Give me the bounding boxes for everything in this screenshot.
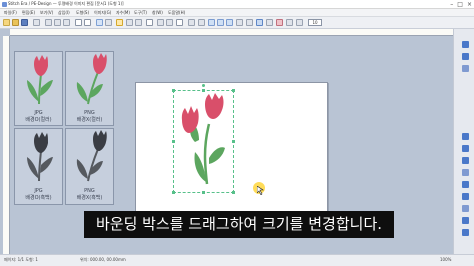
- image-tool-icon[interactable]: [157, 19, 164, 26]
- menu-window[interactable]: 창(W): [152, 10, 163, 16]
- zoom-out-icon[interactable]: [217, 19, 224, 26]
- resize-handle-top[interactable]: [202, 89, 205, 92]
- horizontal-ruler: [10, 29, 453, 36]
- layers-icon[interactable]: [266, 19, 273, 26]
- minimize-button[interactable]: –: [450, 0, 453, 9]
- thumbnail-png-color[interactable]: PNG 배경X(컬러): [65, 51, 114, 126]
- status-bar: 페이지: 1/1 도형: 1 위치: 000.00, 00.00mm 100%: [0, 254, 474, 266]
- select-tool-icon[interactable]: [116, 19, 123, 26]
- app-icon: [2, 2, 7, 7]
- close-button[interactable]: ×: [467, 0, 472, 9]
- tulip-image-icon: [76, 53, 107, 105]
- resize-handle-right[interactable]: [232, 140, 235, 143]
- menu-embroidery[interactable]: 자수(M): [116, 10, 130, 16]
- line-panel-icon[interactable]: [462, 157, 469, 164]
- rotate-handle[interactable]: [202, 84, 205, 87]
- new-file-icon[interactable]: [3, 19, 10, 26]
- vertical-ruler: [3, 36, 10, 254]
- properties-icon[interactable]: [462, 41, 469, 48]
- zoom-in-icon[interactable]: [208, 19, 215, 26]
- menu-edit[interactable]: 편집(E): [22, 10, 35, 16]
- mouse-pointer-icon: [257, 186, 264, 195]
- menu-shape[interactable]: 도형(S): [76, 10, 89, 16]
- fill-panel-icon[interactable]: [462, 145, 469, 152]
- resize-handle-bottom-right[interactable]: [232, 191, 235, 194]
- resize-handle-bottom-left[interactable]: [172, 191, 175, 194]
- menu-image[interactable]: 이미지(G): [94, 10, 111, 16]
- thumbnail-format: PNG: [84, 110, 95, 116]
- copy-icon[interactable]: [54, 19, 61, 26]
- view-icon[interactable]: [256, 19, 263, 26]
- stitch-panel-icon[interactable]: [462, 133, 469, 140]
- thumbnail-png-mono[interactable]: PNG 배경X(흑백): [65, 128, 114, 205]
- tulip-mono-icon: [27, 132, 53, 182]
- menu-help[interactable]: 도움말(H): [168, 10, 185, 16]
- resize-handle-left[interactable]: [172, 140, 175, 143]
- cut-icon[interactable]: [45, 19, 52, 26]
- thumbnail-background: 배경O(흑백): [25, 195, 52, 201]
- thumbnail-background: 배경O(컬러): [25, 117, 52, 123]
- text-panel-icon[interactable]: [462, 169, 469, 176]
- paste-icon[interactable]: [63, 19, 70, 26]
- menu-tools[interactable]: 도구(T): [134, 10, 147, 16]
- layer-panel-icon[interactable]: [462, 53, 469, 60]
- thumbnail-format: JPG: [34, 110, 43, 116]
- status-position: 위치: 000.00, 00.00mm: [80, 257, 126, 262]
- right-tool-panel: [453, 29, 474, 254]
- window-titlebar: Stitch Era / PE-Design — 투명배경 이미지 편집 [문서…: [0, 0, 474, 9]
- tulip-image-icon: [27, 55, 53, 105]
- resize-handle-top-right[interactable]: [232, 89, 235, 92]
- open-folder-icon[interactable]: [12, 19, 19, 26]
- menu-bar: 파일(F) 편집(E) 보기(V) 삽입(I) 도형(S) 이미지(G) 자수(…: [0, 9, 474, 17]
- help-icon[interactable]: [296, 19, 303, 26]
- menu-insert[interactable]: 삽입(I): [58, 10, 70, 16]
- save-icon[interactable]: [21, 19, 28, 26]
- line-tool-icon[interactable]: [126, 19, 133, 26]
- print-icon[interactable]: [33, 19, 40, 26]
- redo-icon[interactable]: [84, 19, 91, 26]
- status-page: 페이지: 1/1 도형: 1: [4, 257, 38, 262]
- transform-panel-icon[interactable]: [462, 205, 469, 212]
- font-icon[interactable]: [176, 19, 183, 26]
- thumbnail-jpg-mono[interactable]: JPG 배경O(흑백): [14, 128, 63, 205]
- pointer-icon[interactable]: [96, 19, 103, 26]
- zoom-fit-icon[interactable]: [226, 19, 233, 26]
- image-panel-icon[interactable]: [462, 181, 469, 188]
- resize-handle-bottom[interactable]: [202, 191, 205, 194]
- export-panel-icon[interactable]: [462, 229, 469, 236]
- shape-tool-icon[interactable]: [135, 19, 142, 26]
- grid-icon[interactable]: [236, 19, 243, 26]
- menu-file[interactable]: 파일(F): [4, 10, 17, 16]
- window-title: Stitch Era / PE-Design — 투명배경 이미지 편집 [문서…: [8, 1, 124, 6]
- rectangle-tool-icon[interactable]: [105, 19, 112, 26]
- stop-icon[interactable]: [276, 19, 283, 26]
- status-zoom: 100%: [440, 257, 452, 262]
- fill-tool-icon[interactable]: [166, 19, 173, 26]
- transform-icon[interactable]: [188, 19, 195, 26]
- thumbnail-format: JPG: [34, 188, 43, 194]
- undo-icon[interactable]: [75, 19, 82, 26]
- window-controls: – □ ×: [450, 0, 472, 9]
- menu-view[interactable]: 보기(V): [40, 10, 53, 16]
- align-panel-icon[interactable]: [462, 193, 469, 200]
- thumbnail-format: PNG: [84, 188, 95, 194]
- bounding-box[interactable]: [173, 90, 234, 193]
- font-size-field[interactable]: 10: [308, 19, 322, 26]
- effects-panel-icon[interactable]: [462, 217, 469, 224]
- resize-handle-top-left[interactable]: [172, 89, 175, 92]
- settings-icon[interactable]: [286, 19, 293, 26]
- tulip-mono-icon: [76, 130, 107, 182]
- align-icon[interactable]: [246, 19, 253, 26]
- thumbnail-jpg-color[interactable]: JPG 배경O(컬러): [14, 51, 63, 126]
- rotate-icon[interactable]: [198, 19, 205, 26]
- maximize-button[interactable]: □: [457, 0, 463, 9]
- main-toolbar: 10: [0, 17, 474, 29]
- subtitle-caption: 바운딩 박스를 드래그하여 크기를 변경합니다.: [84, 211, 394, 238]
- thumbnail-background: 배경X(흑백): [76, 195, 103, 201]
- color-panel-icon[interactable]: [462, 65, 469, 72]
- thumbnail-background: 배경X(컬러): [76, 117, 103, 123]
- text-tool-icon[interactable]: [146, 19, 153, 26]
